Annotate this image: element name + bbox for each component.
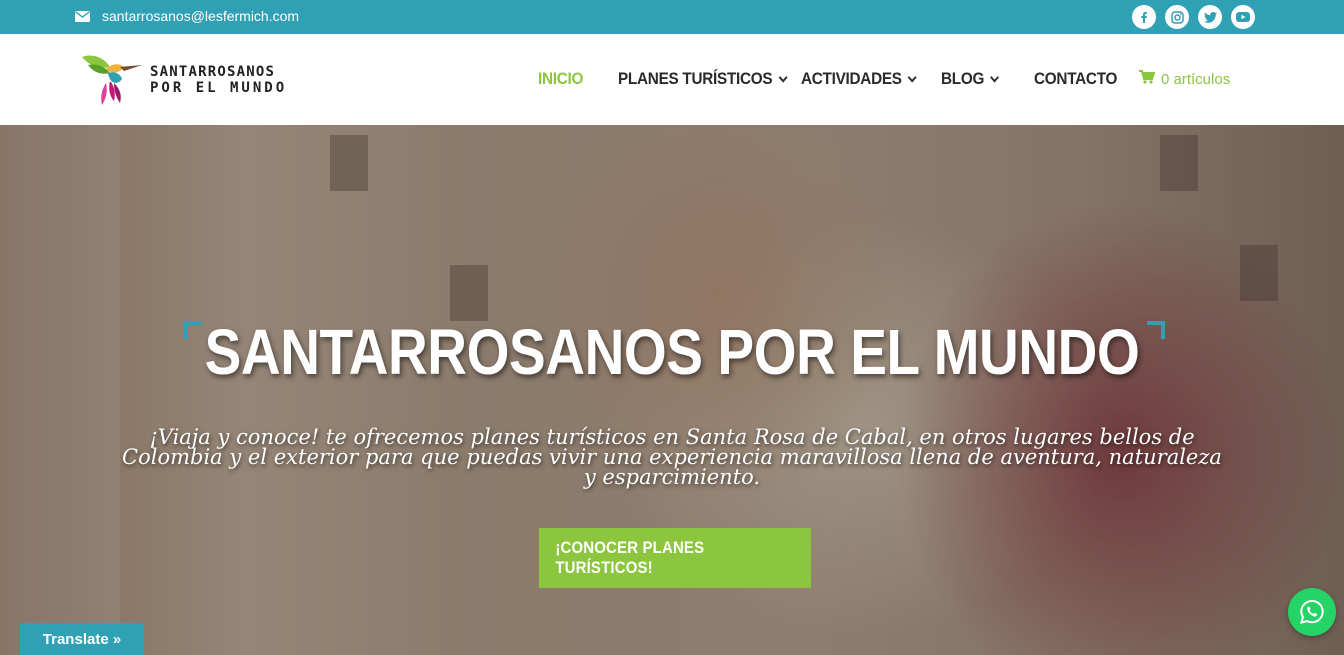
instagram-icon[interactable] — [1165, 5, 1189, 29]
chevron-down-icon — [907, 72, 917, 82]
whatsapp-icon[interactable] — [1288, 588, 1336, 636]
logo-line-2: POR EL MUNDO — [150, 80, 288, 96]
nav-item-planes-turisticos[interactable]: PLANES TURÍSTICOS — [618, 69, 788, 89]
nav-item-label: CONTACTO — [1034, 69, 1118, 88]
youtube-icon[interactable] — [1231, 5, 1255, 29]
nav-item-label: BLOG — [941, 69, 985, 88]
contact-email[interactable]: santarrosanos@lesfermich.com — [75, 8, 299, 24]
chevron-down-icon — [778, 72, 788, 82]
nav-item-label: ACTIVIDADES — [801, 69, 902, 88]
top-bar: santarrosanos@lesfermich.com — [0, 0, 1344, 34]
nav-item-inicio[interactable]: INICIO — [538, 69, 583, 89]
cta-label: ¡CONOCER PLANES TURÍSTICOS! — [555, 538, 705, 577]
social-links — [1132, 5, 1255, 29]
nav-item-label: INICIO — [538, 69, 584, 88]
site-header: SANTARROSANOS POR EL MUNDO INICIO PLANES… — [0, 34, 1344, 125]
hummingbird-logo-icon — [80, 51, 144, 109]
chevron-down-icon — [990, 72, 999, 82]
email-text: santarrosanos@lesfermich.com — [102, 8, 300, 24]
nav-item-label: PLANES TURÍSTICOS — [618, 69, 773, 88]
shopping-cart-icon — [1139, 70, 1156, 88]
envelope-icon — [75, 10, 90, 22]
twitter-icon[interactable] — [1198, 5, 1222, 29]
nav-item-actividades[interactable]: ACTIVIDADES — [801, 69, 917, 89]
logo-text: SANTARROSANOS POR EL MUNDO — [150, 64, 287, 96]
translate-button[interactable]: Translate » — [20, 623, 144, 655]
site-logo[interactable]: SANTARROSANOS POR EL MUNDO — [80, 51, 295, 109]
cart-label: 0 artículos — [1161, 70, 1231, 88]
hero-subtitle: ¡Viaja y conoce! te ofrecemos planes tur… — [122, 425, 1222, 489]
cart-link[interactable]: 0 artículos — [1139, 70, 1230, 88]
logo-line-1: SANTARROSANOS — [150, 64, 276, 80]
nav-item-blog[interactable]: BLOG — [941, 69, 999, 89]
facebook-icon[interactable] — [1132, 5, 1156, 29]
hero-title: SANTARROSANOS POR EL MUNDO — [204, 316, 1140, 388]
nav-item-contacto[interactable]: CONTACTO — [1034, 69, 1117, 89]
conocer-planes-button[interactable]: ¡CONOCER PLANES TURÍSTICOS! — [539, 528, 811, 588]
